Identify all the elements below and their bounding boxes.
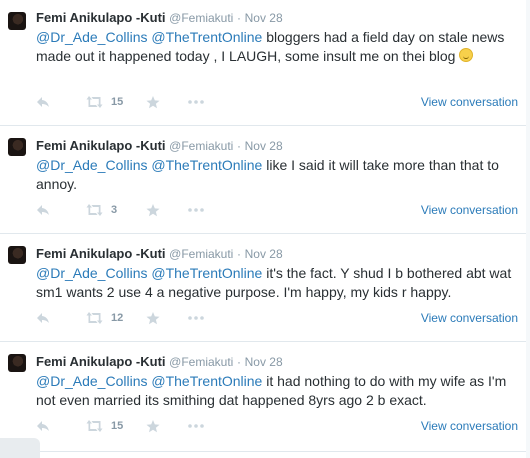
mention-link[interactable]: @Dr_Ade_Collins — [36, 29, 147, 45]
tweet-item[interactable]: Femi Anikulapo -Kuti @Femiakuti · Nov 28… — [0, 342, 526, 452]
header-separator: · — [236, 355, 241, 369]
header-separator: · — [236, 247, 241, 261]
more-dots-icon — [188, 424, 204, 428]
favorite-button[interactable] — [146, 95, 188, 109]
author-username[interactable]: @Femiakuti — [169, 11, 233, 25]
mention-link[interactable]: @Dr_Ade_Collins — [36, 373, 147, 389]
reply-button[interactable] — [36, 420, 86, 432]
author-fullname[interactable]: Femi Anikulapo -Kuti — [36, 138, 166, 153]
author-username[interactable]: @Femiakuti — [169, 355, 233, 369]
author-username[interactable]: @Femiakuti — [169, 139, 233, 153]
tweet-actions: 3 View conversation — [36, 202, 518, 218]
mention-link[interactable]: @Dr_Ade_Collins — [36, 265, 147, 281]
view-conversation-link[interactable]: View conversation — [421, 95, 518, 109]
retweet-icon — [86, 420, 103, 432]
tweet-header: Femi Anikulapo -Kuti @Femiakuti · Nov 28 — [36, 138, 518, 154]
tweet-item[interactable]: Femi Anikulapo -Kuti @Femiakuti · Nov 28… — [0, 0, 526, 126]
tweet-actions: 15 View conversation — [36, 94, 518, 110]
mention-link[interactable]: @TheTrentOnline — [151, 157, 262, 173]
bottom-corner-tab — [0, 438, 40, 458]
tweet-actions: 12 View conversation — [36, 310, 518, 326]
mention-link[interactable]: @TheTrentOnline — [151, 29, 262, 45]
author-username[interactable]: @Femiakuti — [169, 247, 233, 261]
scrollbar[interactable] — [526, 0, 530, 458]
tweet-timestamp[interactable]: Nov 28 — [245, 247, 283, 261]
reply-button[interactable] — [36, 204, 86, 216]
more-dots-icon — [188, 208, 204, 212]
retweet-count: 12 — [111, 312, 124, 324]
retweet-button[interactable]: 15 — [86, 420, 146, 432]
avatar[interactable] — [8, 138, 26, 156]
retweet-button[interactable]: 3 — [86, 204, 146, 216]
tweet-timestamp[interactable]: Nov 28 — [245, 139, 283, 153]
header-separator: · — [236, 11, 241, 25]
tweet-text: @Dr_Ade_Collins @TheTrentOnline like I s… — [36, 156, 518, 194]
reply-icon — [37, 421, 49, 431]
tweet-text: @Dr_Ade_Collins @TheTrentOnline it's the… — [36, 264, 518, 302]
tweet-item[interactable]: Femi Anikulapo -Kuti @Femiakuti · Nov 28… — [0, 234, 526, 342]
more-dots-icon — [188, 316, 204, 320]
star-icon — [146, 95, 160, 108]
retweet-icon — [86, 204, 103, 216]
author-fullname[interactable]: Femi Anikulapo -Kuti — [36, 10, 166, 25]
view-conversation-link[interactable]: View conversation — [421, 419, 518, 433]
tweet-item[interactable]: Femi Anikulapo -Kuti @Femiakuti · Nov 28… — [0, 126, 526, 234]
more-button[interactable] — [188, 208, 228, 212]
reply-icon — [37, 205, 49, 215]
star-icon — [146, 419, 160, 432]
tweet-timestamp[interactable]: Nov 28 — [245, 355, 283, 369]
mention-link[interactable]: @TheTrentOnline — [151, 373, 262, 389]
tweet-actions: 15 View conversation — [36, 418, 518, 434]
tweet-timestamp[interactable]: Nov 28 — [245, 11, 283, 25]
mention-link[interactable]: @Dr_Ade_Collins — [36, 157, 147, 173]
favorite-button[interactable] — [146, 203, 188, 217]
grinning-face-emoji — [459, 48, 474, 62]
more-button[interactable] — [188, 424, 228, 428]
reply-icon — [37, 97, 49, 107]
avatar[interactable] — [8, 12, 26, 30]
avatar[interactable] — [8, 354, 26, 372]
retweet-count: 3 — [111, 204, 118, 216]
tweet-text: @Dr_Ade_Collins @TheTrentOnline it had n… — [36, 372, 518, 410]
more-dots-icon — [188, 100, 204, 104]
more-button[interactable] — [188, 316, 228, 320]
retweet-count: 15 — [111, 420, 124, 432]
tweet-text: @Dr_Ade_Collins @TheTrentOnline bloggers… — [36, 28, 518, 66]
reply-button[interactable] — [36, 96, 86, 108]
star-icon — [146, 203, 160, 216]
retweet-button[interactable]: 12 — [86, 312, 146, 324]
favorite-button[interactable] — [146, 419, 188, 433]
reply-button[interactable] — [36, 312, 86, 324]
author-fullname[interactable]: Femi Anikulapo -Kuti — [36, 354, 166, 369]
retweet-button[interactable]: 15 — [86, 96, 146, 108]
tweet-header: Femi Anikulapo -Kuti @Femiakuti · Nov 28 — [36, 246, 518, 262]
avatar[interactable] — [8, 246, 26, 264]
view-conversation-link[interactable]: View conversation — [421, 311, 518, 325]
tweet-header: Femi Anikulapo -Kuti @Femiakuti · Nov 28 — [36, 354, 518, 370]
view-conversation-link[interactable]: View conversation — [421, 203, 518, 217]
retweet-icon — [86, 96, 103, 108]
tweet-timeline: Femi Anikulapo -Kuti @Femiakuti · Nov 28… — [0, 0, 526, 452]
tweet-header: Femi Anikulapo -Kuti @Femiakuti · Nov 28 — [36, 10, 518, 26]
author-fullname[interactable]: Femi Anikulapo -Kuti — [36, 246, 166, 261]
favorite-button[interactable] — [146, 311, 188, 325]
retweet-count: 15 — [111, 96, 124, 108]
header-separator: · — [236, 139, 241, 153]
mention-link[interactable]: @TheTrentOnline — [151, 265, 262, 281]
star-icon — [146, 311, 160, 324]
more-button[interactable] — [188, 100, 228, 104]
reply-icon — [37, 313, 49, 323]
retweet-icon — [86, 312, 103, 324]
